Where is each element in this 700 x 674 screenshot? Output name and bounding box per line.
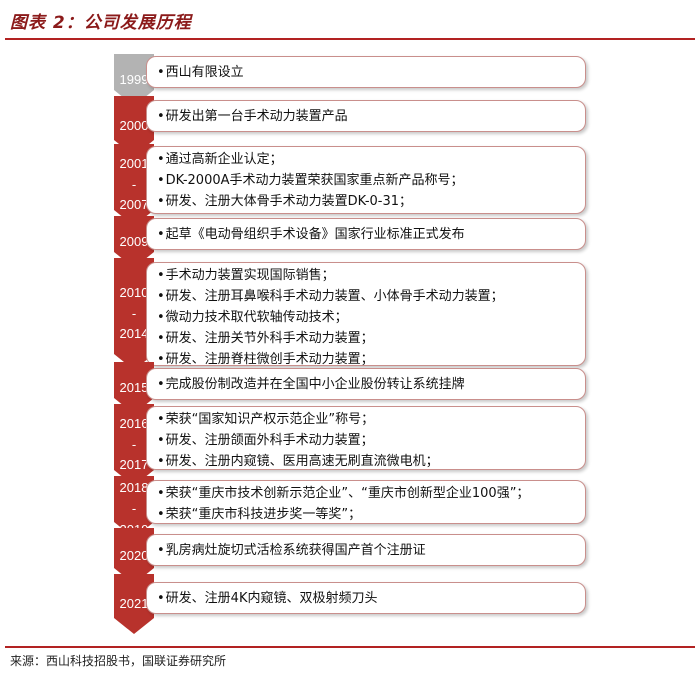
timeline-event-item: 研发、注册关节外科手术动力装置； [157,328,575,349]
timeline-event-item: 研发、注册大体骨手术动力装置DK-0-31； [157,191,575,212]
timeline-event-item: 手术动力装置实现国际销售； [157,265,575,286]
timeline: 1999西山有限设立2000研发出第一台手术动力装置产品2001-2007通过高… [0,0,700,674]
timeline-event-item: 研发、注册耳鼻喉科手术动力装置、小体骨手术动力装置； [157,286,575,307]
timeline-event-item: 研发、注册4K内窥镜、双极射频刀头 [157,588,575,609]
figure-source: 来源：西山科技招股书，国联证券研究所 [10,654,227,668]
timeline-event-item: 西山有限设立 [157,62,575,83]
timeline-event-box: 研发出第一台手术动力装置产品 [146,100,586,132]
timeline-event-box: 乳房病灶旋切式活检系统获得国产首个注册证 [146,534,586,566]
timeline-event-box: 荣获“国家知识产权示范企业”称号；研发、注册颌面外科手术动力装置；研发、注册内窥… [146,406,586,470]
timeline-event-item: 荣获“国家知识产权示范企业”称号； [157,409,575,430]
timeline-event-item: 研发出第一台手术动力装置产品 [157,106,575,127]
timeline-event-item: 完成股份制改造并在全国中小企业股份转让系统挂牌 [157,374,575,395]
timeline-event-item: 荣获“重庆市技术创新示范企业”、“重庆市创新型企业100强”； [157,483,575,504]
timeline-event-item: 研发、注册颌面外科手术动力装置； [157,430,575,451]
timeline-event-box: 荣获“重庆市技术创新示范企业”、“重庆市创新型企业100强”；荣获“重庆市科技进… [146,480,586,524]
timeline-event-box: 通过高新企业认定；DK-2000A手术动力装置荣获国家重点新产品称号；研发、注册… [146,146,586,214]
timeline-event-box: 起草《电动骨组织手术设备》国家行业标准正式发布 [146,218,586,250]
timeline-event-item: 乳房病灶旋切式活检系统获得国产首个注册证 [157,540,575,561]
timeline-event-item: 微动力技术取代软轴传动技术； [157,307,575,328]
timeline-event-box: 西山有限设立 [146,56,586,88]
timeline-event-item: 研发、注册内窥镜、医用高速无刷直流微电机； [157,451,575,472]
timeline-event-item: 通过高新企业认定； [157,149,575,170]
timeline-event-item: DK-2000A手术动力装置荣获国家重点新产品称号； [157,170,575,191]
timeline-event-item: 荣获“重庆市科技进步奖一等奖”； [157,504,575,525]
bottom-rule [5,646,695,648]
timeline-event-box: 手术动力装置实现国际销售；研发、注册耳鼻喉科手术动力装置、小体骨手术动力装置；微… [146,262,586,367]
timeline-event-item: 研发、注册脊柱微创手术动力装置； [157,349,575,370]
timeline-event-box: 研发、注册4K内窥镜、双极射频刀头 [146,582,586,614]
timeline-event-item: 起草《电动骨组织手术设备》国家行业标准正式发布 [157,224,575,245]
timeline-event-box: 完成股份制改造并在全国中小企业股份转让系统挂牌 [146,368,586,400]
